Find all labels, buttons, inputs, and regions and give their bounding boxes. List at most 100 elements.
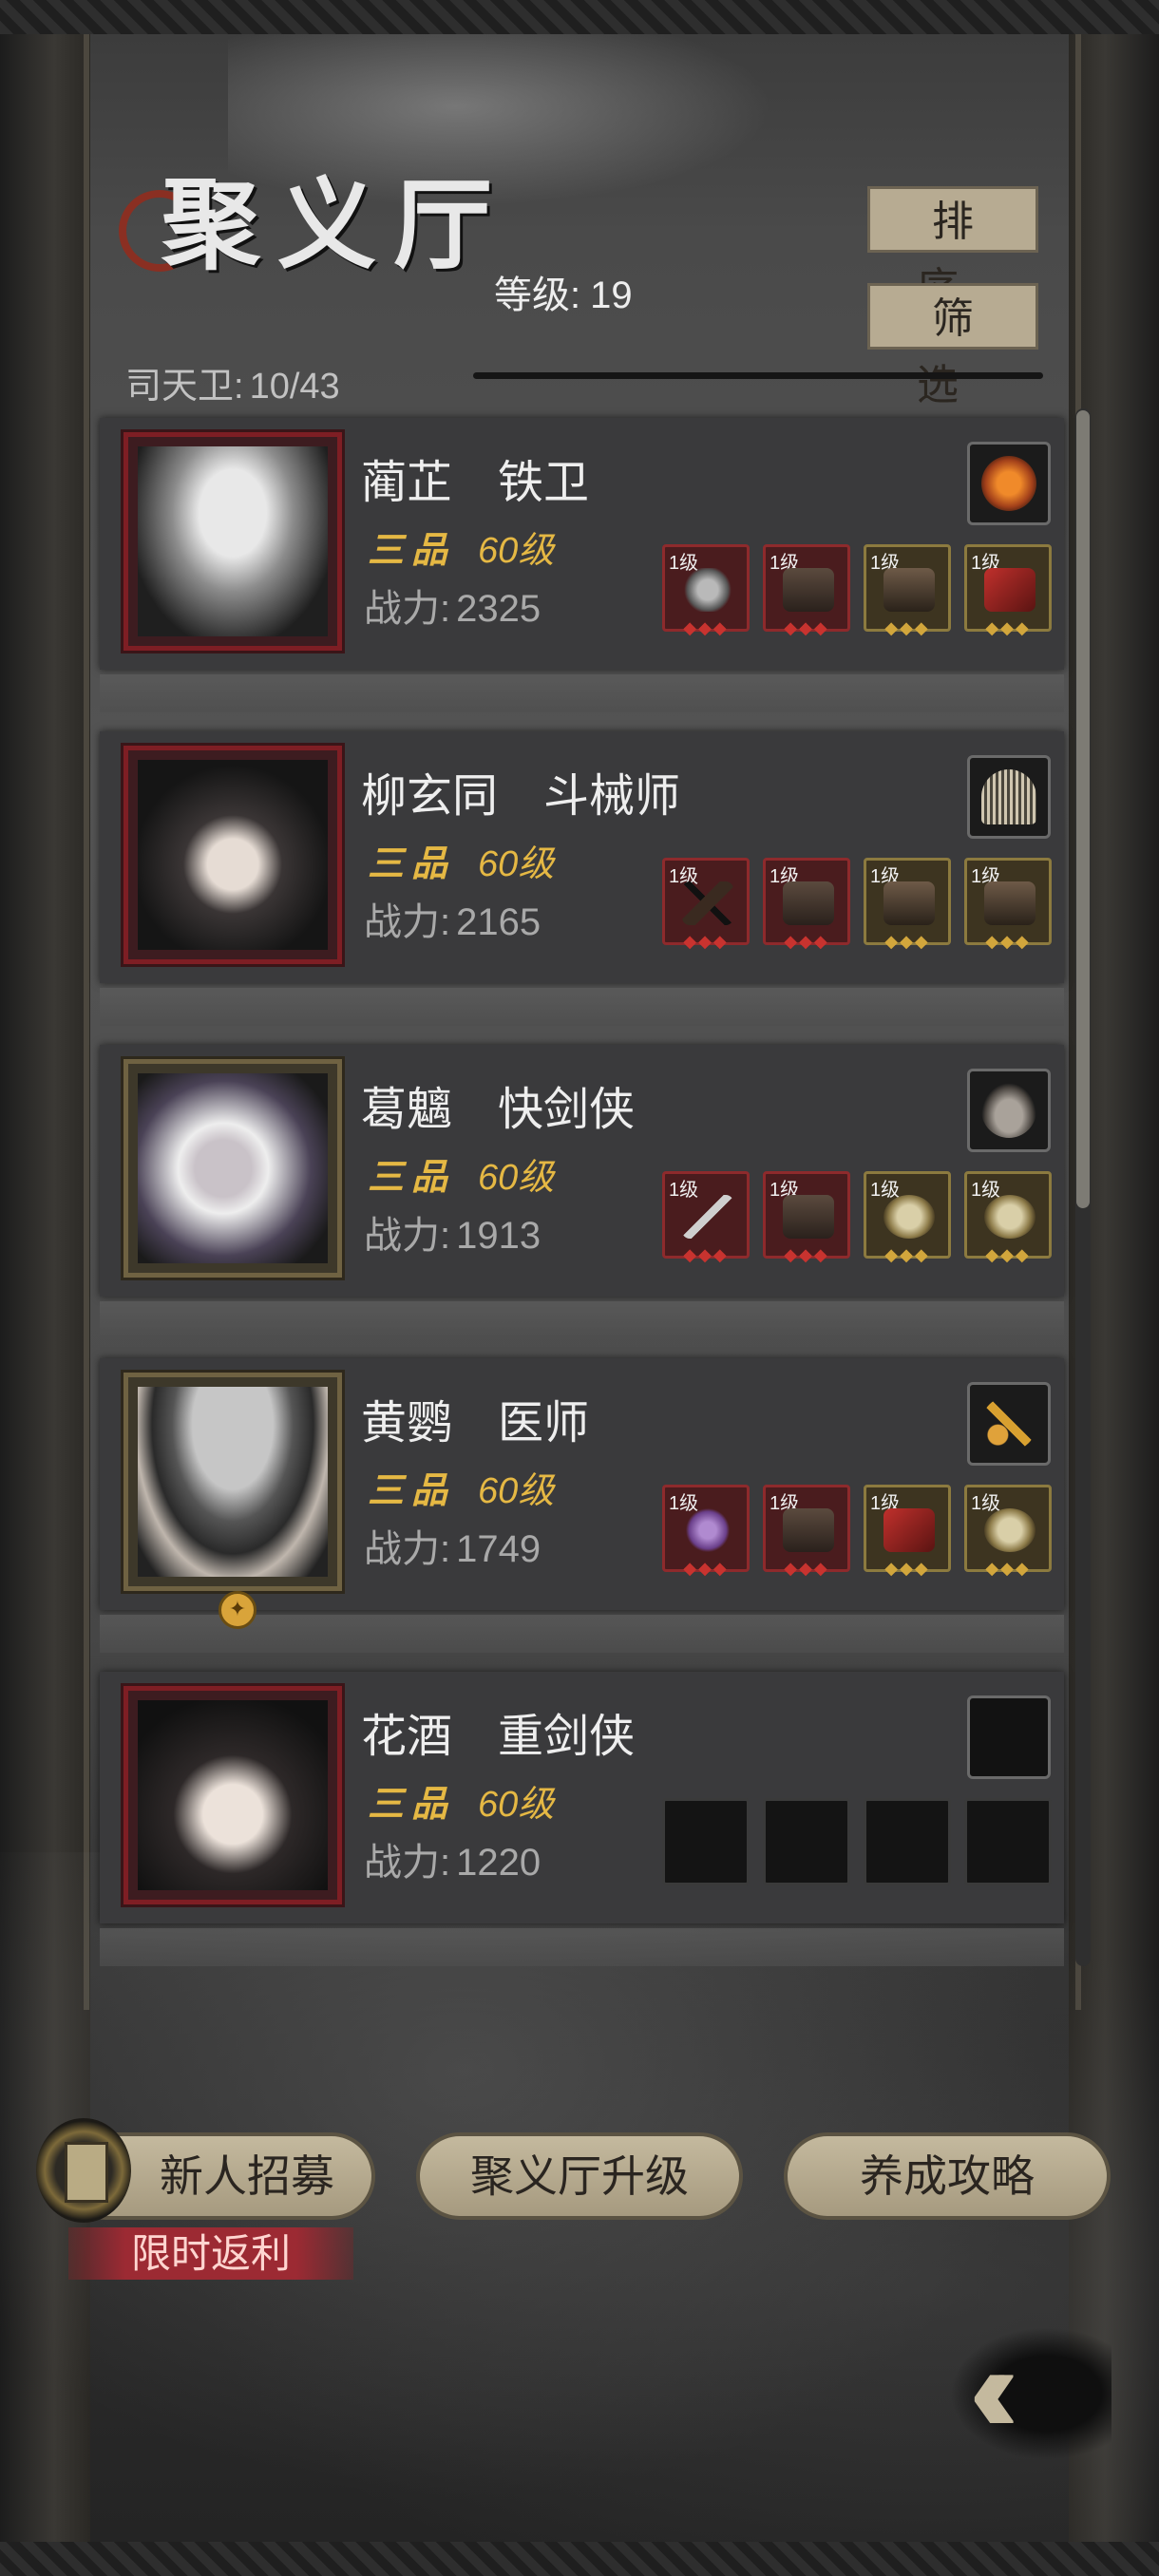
hall-level: 等级: 19 (494, 264, 633, 319)
hero-card[interactable]: 葛魑 快剑侠 三品 60级 战力: 1913 1级 ◆◆◆ 1级 ◆◆◆ 1级 ◆◆◆ … (100, 1045, 1064, 1339)
growth-guide-button[interactable]: 养成攻略 (784, 2132, 1111, 2220)
hero-name: 花酒 重剑侠 (361, 1712, 636, 1762)
gear-stars: ◆◆◆ (784, 932, 829, 951)
red-cloak-icon (984, 568, 1036, 612)
hero-card[interactable]: 花酒 重剑侠 三品 60级 战力: 1220 (100, 1672, 1064, 1966)
hero-card[interactable]: ✦ 黄鹦 医师 三品 60级 战力: 1749 1级 ◆◆◆ 1级 ◆◆◆ 1级 ◆◆◆… (100, 1358, 1064, 1653)
recruit-card-icon (65, 2142, 108, 2203)
gear-slot[interactable]: 1级 ◆◆◆ (763, 858, 850, 951)
gear-slot[interactable]: 1级 ◆◆◆ (864, 544, 951, 637)
hero-level: 60级 (478, 1158, 555, 1198)
top-border (0, 0, 1159, 34)
hero-card[interactable]: 柳玄同 斗械师 三品 60级 战力: 2165 1级 ◆◆◆ 1级 ◆◆◆ 1级 ◆◆◆… (100, 731, 1064, 1026)
hero-name: 黄鹦 医师 (361, 1398, 590, 1449)
mace-icon (682, 568, 733, 612)
gear-slot[interactable]: 1级 ◆◆◆ (964, 544, 1052, 637)
power-label: 战力: (364, 901, 451, 943)
hero-card[interactable]: 蔺芷 铁卫 三品 60级 战力: 2325 1级 ◆◆◆ 1级 ◆◆◆ 1级 ◆◆◆ 1… (100, 418, 1064, 712)
gear-stars: ◆◆◆ (884, 618, 930, 637)
power-label: 战力: (364, 1528, 451, 1570)
gear-slot[interactable]: 1级 ◆◆◆ (964, 1171, 1052, 1264)
hairpin-icon (981, 1396, 1036, 1451)
gear-slot[interactable]: 1级 ◆◆◆ (763, 1171, 850, 1264)
gear-slot[interactable]: 1级 ◆◆◆ (662, 1485, 750, 1578)
hero-portrait[interactable] (121, 429, 345, 653)
hero-level: 60级 (478, 531, 555, 571)
card-separator (100, 1928, 1064, 1966)
pouch-icon (984, 1508, 1036, 1552)
rabbit-icon (981, 1083, 1036, 1138)
level-value: 19 (590, 275, 633, 316)
gear-stars: ◆◆◆ (985, 1559, 1031, 1578)
gear-stars: ◆◆◆ (985, 932, 1031, 951)
card-separator (100, 1301, 1064, 1339)
guard-value: 10/43 (249, 367, 340, 407)
gear-stars: ◆◆◆ (985, 1245, 1031, 1264)
filter-button[interactable]: 筛选 (867, 283, 1038, 408)
gear-slot[interactable]: 1级 ◆◆◆ (662, 858, 750, 951)
hero-avatar (138, 1700, 328, 1890)
hero-portrait[interactable] (121, 1370, 345, 1594)
treasure-slot[interactable] (967, 442, 1051, 525)
power-label: 战力: (364, 1842, 451, 1884)
hero-rank: 三品 (368, 844, 456, 884)
gear-slot[interactable]: 1级 ◆◆◆ (763, 544, 850, 637)
hero-power: 战力: 2325 (364, 578, 541, 633)
armor-icon (783, 881, 834, 925)
guard-label: 司天卫: (125, 367, 244, 407)
boots-icon (884, 568, 935, 612)
gear-stars: ◆◆◆ (683, 1559, 729, 1578)
gear-stars: ◆◆◆ (784, 618, 829, 637)
gear-slot-empty[interactable] (763, 1798, 850, 1885)
hall-upgrade-button[interactable]: 聚义厅升级 (416, 2132, 743, 2220)
limited-rebate-banner[interactable]: 限时返利 (68, 2227, 353, 2280)
gear-stars: ◆◆◆ (683, 1245, 729, 1264)
power-value: 2165 (456, 901, 542, 943)
gear-slot[interactable]: 1级 ◆◆◆ (864, 1485, 951, 1578)
treasure-slot-empty[interactable] (967, 1695, 1051, 1779)
title-underline (473, 372, 1043, 379)
hero-power: 战力: 1749 (364, 1518, 541, 1573)
gear-stars: ◆◆◆ (884, 1245, 930, 1264)
back-button[interactable]: ‹‹ (950, 2318, 1112, 2460)
treasure-slot[interactable] (967, 755, 1051, 839)
treasure-slot[interactable] (967, 1069, 1051, 1152)
hero-avatar (138, 1073, 328, 1263)
gear-stars: ◆◆◆ (683, 932, 729, 951)
gear-slot[interactable]: 1级 ◆◆◆ (864, 1171, 951, 1264)
card-separator (100, 674, 1064, 712)
bottom-border (0, 2542, 1159, 2576)
power-value: 2325 (456, 588, 542, 630)
gear-slot[interactable]: 1级 ◆◆◆ (964, 1485, 1052, 1578)
gear-slot-empty[interactable] (864, 1798, 951, 1885)
gear-slot[interactable]: 1级 ◆◆◆ (662, 544, 750, 637)
scrollbar-thumb[interactable] (1076, 410, 1090, 1208)
hero-portrait[interactable] (121, 1683, 345, 1907)
gear-slot-empty[interactable] (662, 1798, 750, 1885)
hero-name: 葛魑 快剑侠 (361, 1085, 636, 1135)
gear-slot[interactable]: 1级 ◆◆◆ (864, 858, 951, 951)
hero-power: 战力: 1913 (364, 1204, 541, 1260)
gourd-icon (682, 1508, 733, 1552)
red-cloak-icon (884, 1508, 935, 1552)
gear-slot[interactable]: 1级 ◆◆◆ (763, 1485, 850, 1578)
gear-stars: ◆◆◆ (985, 618, 1031, 637)
hero-level: 60级 (478, 1785, 555, 1825)
hero-name: 蔺芷 铁卫 (361, 458, 590, 508)
hero-rank: 三品 (368, 531, 456, 571)
hero-name: 柳玄同 斗械师 (361, 771, 681, 822)
card-separator (100, 988, 1064, 1026)
power-value: 1913 (456, 1215, 542, 1257)
hero-rank: 三品 (368, 1471, 456, 1511)
treasure-slot[interactable] (967, 1382, 1051, 1466)
hero-portrait[interactable] (121, 743, 345, 967)
hero-avatar (138, 446, 328, 636)
gear-slot-empty[interactable] (964, 1798, 1052, 1885)
gear-slot[interactable]: 1级 ◆◆◆ (662, 1171, 750, 1264)
hero-portrait[interactable] (121, 1056, 345, 1280)
recruit-token-icon[interactable] (36, 2118, 131, 2223)
sort-button[interactable]: 排序 (867, 186, 1038, 312)
gear-slot[interactable]: 1级 ◆◆◆ (964, 858, 1052, 951)
hero-power: 战力: 2165 (364, 891, 541, 946)
power-value: 1749 (456, 1528, 542, 1570)
